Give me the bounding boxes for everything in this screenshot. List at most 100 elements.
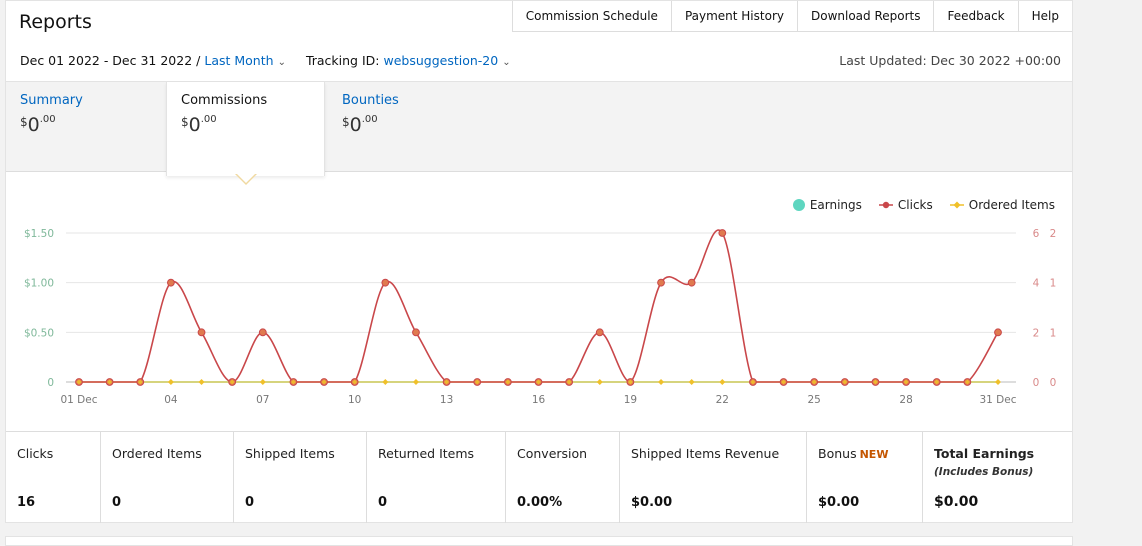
stat-label: Total Earnings xyxy=(934,446,1035,461)
stat-value: $0.00 xyxy=(631,495,673,510)
top-nav: Commission Schedule Payment History Down… xyxy=(511,1,1072,32)
stat-value: 0.00% xyxy=(517,495,563,510)
new-badge: NEW xyxy=(859,448,889,461)
y-right-clicks-tick-label: 0 xyxy=(1033,377,1040,389)
currency-symbol: $ xyxy=(342,115,350,129)
clicks-point xyxy=(258,328,267,337)
chart-legend: Earnings Clicks Ordered Items xyxy=(792,198,1055,212)
ordered-line-icon xyxy=(949,201,964,209)
legend-label: Earnings xyxy=(809,198,862,212)
x-tick-label: 04 xyxy=(164,394,178,406)
clicks-point xyxy=(718,229,727,237)
stat-shipped-revenue: Shipped Items Revenue $0.00 xyxy=(620,432,807,523)
stat-total-earnings: Total Earnings (Includes Bonus) $0.00 xyxy=(923,432,1072,523)
amount-whole: 0 xyxy=(349,114,362,136)
stat-label: Shipped Items xyxy=(245,446,335,461)
x-tick-label: 22 xyxy=(716,394,729,406)
filter-bar: Dec 01 2022 - Dec 31 2022 / Last Month ⌄ … xyxy=(20,53,511,68)
payment-history-button[interactable]: Payment History xyxy=(672,1,798,31)
legend-label: Ordered Items xyxy=(968,198,1055,212)
stat-sublabel: (Includes Bonus) xyxy=(934,466,1034,478)
stat-value: 16 xyxy=(17,495,36,510)
tracking-id-dropdown[interactable]: websuggestion-20 ⌄ xyxy=(384,53,511,68)
currency-symbol: $ xyxy=(20,115,28,129)
ordered-items-point xyxy=(995,379,1001,385)
stat-label: Returned Items xyxy=(378,446,475,461)
tab-commissions[interactable]: Commissions $0.00 xyxy=(166,82,325,176)
clicks-line-icon xyxy=(878,201,893,209)
y-right-clicks-tick-label: 2 xyxy=(1033,327,1040,339)
x-tick-label: 16 xyxy=(532,394,546,406)
earnings-chart: 0 0 0$0.50 2 1$1.00 4 1$1.50 6 201 Dec 04 07 10 13 16… xyxy=(24,228,1057,406)
legend-clicks[interactable]: Clicks xyxy=(878,198,933,212)
x-tick-label: 07 xyxy=(256,394,269,406)
clicks-point xyxy=(197,328,206,337)
chevron-down-icon: ⌄ xyxy=(277,57,286,68)
clicks-point xyxy=(687,278,696,287)
tab-summary[interactable]: Summary $0.00 xyxy=(6,82,166,173)
stat-label: Ordered Items xyxy=(112,446,202,461)
date-range: Dec 01 2022 - Dec 31 2022 / xyxy=(20,53,201,68)
tracking-label: Tracking ID: xyxy=(305,53,380,68)
stat-label: Conversion xyxy=(517,446,588,461)
feedback-button[interactable]: Feedback xyxy=(934,1,1019,31)
reports-card: Reports Commission Schedule Payment Hist… xyxy=(5,0,1073,523)
stat-shipped-items: Shipped Items 0 xyxy=(234,432,367,523)
tab-label: Commissions xyxy=(181,93,268,108)
stats-bar: Clicks 16 Ordered Items 0 Shipped Items … xyxy=(6,431,1072,523)
ordered-items-point xyxy=(382,379,389,385)
y-right-ordered-tick-label: 2 xyxy=(1050,228,1057,240)
clicks-point xyxy=(994,328,1002,337)
y-left-tick-label: $0.50 xyxy=(24,327,54,339)
stat-label: Clicks xyxy=(17,446,54,461)
tab-strip: Summary $0.00 Commissions $0.00 Bounties… xyxy=(6,81,1072,176)
amount-cents: .00 xyxy=(39,114,56,125)
x-tick-label: 19 xyxy=(624,394,637,406)
stat-label: Bonus NEW xyxy=(818,446,912,461)
period-label: Last Month xyxy=(204,53,274,68)
y-left-tick-label: $1.00 xyxy=(24,278,54,290)
download-reports-button[interactable]: Download Reports xyxy=(798,1,935,31)
ordered-items-point xyxy=(658,379,665,385)
legend-ordered-items[interactable]: Ordered Items xyxy=(949,198,1055,212)
next-card xyxy=(5,536,1073,546)
stat-bonus: Bonus NEW $0.00 xyxy=(807,432,923,523)
x-tick-label: 31 Dec xyxy=(979,394,1016,406)
clicks-point xyxy=(595,328,604,337)
help-button[interactable]: Help xyxy=(1019,1,1072,31)
stat-returned-items: Returned Items 0 xyxy=(367,432,506,523)
tab-amount: $0.00 xyxy=(20,114,152,136)
tracking-id-value: websuggestion-20 xyxy=(383,53,499,68)
stat-value: $0.00 xyxy=(818,495,860,510)
legend-earnings[interactable]: Earnings xyxy=(792,198,862,212)
y-left-tick-label: 0 xyxy=(47,377,54,389)
currency-symbol: $ xyxy=(181,115,189,129)
active-tab-pointer xyxy=(235,173,257,185)
earnings-dot-icon xyxy=(792,199,805,211)
tab-label: Bounties xyxy=(342,93,399,108)
amount-cents: .00 xyxy=(200,114,217,125)
stat-label: Shipped Items Revenue xyxy=(631,446,780,461)
y-left-tick-label: $1.50 xyxy=(24,228,54,240)
bonus-label: Bonus xyxy=(818,446,857,461)
tab-label: Summary xyxy=(20,93,83,108)
stat-value: 0 xyxy=(112,495,122,510)
stat-value: 0 xyxy=(245,495,255,510)
x-tick-label: 13 xyxy=(440,394,453,406)
ordered-items-point xyxy=(596,379,603,385)
amount-whole: 0 xyxy=(27,114,40,136)
amount-whole: 0 xyxy=(188,114,201,136)
ordered-items-point xyxy=(412,379,419,385)
commission-schedule-button[interactable]: Commission Schedule xyxy=(513,1,672,31)
clicks-point xyxy=(381,278,390,287)
legend-label: Clicks xyxy=(897,198,933,212)
y-right-ordered-tick-label: 0 xyxy=(1050,377,1057,389)
amount-cents: .00 xyxy=(361,114,378,125)
y-right-clicks-tick-label: 4 xyxy=(1033,278,1040,290)
ordered-items-point xyxy=(167,379,174,385)
tab-bounties[interactable]: Bounties $0.00 xyxy=(328,82,488,173)
period-dropdown[interactable]: Last Month ⌄ xyxy=(204,53,286,68)
ordered-items-point xyxy=(259,379,266,385)
ordered-items-point xyxy=(688,379,695,385)
clicks-point xyxy=(412,328,420,337)
